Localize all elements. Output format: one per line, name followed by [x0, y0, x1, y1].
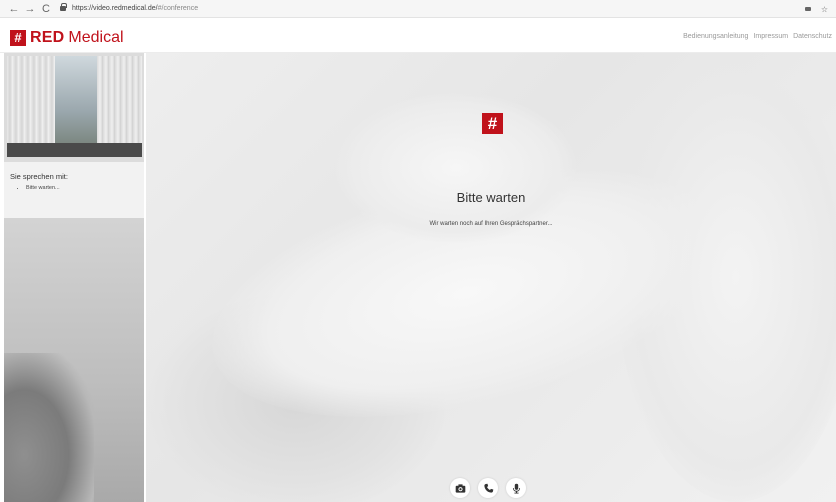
lock-icon	[60, 2, 67, 12]
video-curtain-right	[97, 56, 142, 157]
camera-icon	[455, 483, 465, 493]
camera-button[interactable]	[450, 478, 470, 498]
hangup-button[interactable]	[478, 478, 498, 498]
url-host: https://video.redmedical.de/	[72, 5, 158, 12]
conference-stage: # Bitte warten Wir warten noch auf Ihren…	[146, 53, 836, 502]
wait-message: Wir warten noch auf Ihren Gesprächspartn…	[429, 221, 553, 227]
call-controls	[450, 478, 526, 498]
link-impressum[interactable]: Impressum	[753, 33, 788, 40]
address-bar[interactable]: https://video.redmedical.de/#/conference	[60, 2, 199, 12]
camera-indicator-icon[interactable]	[804, 7, 811, 11]
back-arrow-icon[interactable]: ←	[6, 0, 22, 18]
forward-arrow-icon[interactable]: →	[22, 0, 38, 18]
participants-list: Bitte warten...	[26, 185, 138, 191]
participants-panel: Sie sprechen mit: Bitte warten...	[4, 162, 144, 218]
link-bedienungsanleitung[interactable]: Bedienungsanleitung	[683, 33, 748, 40]
wait-title: Bitte warten	[456, 190, 526, 205]
app-header: # RED Medical Bedienungsanleitung Impres…	[0, 19, 836, 53]
logo-text-red: RED	[30, 29, 65, 46]
phone-icon	[483, 483, 493, 493]
url-path: #/conference	[157, 5, 199, 12]
star-icon[interactable]: ☆	[821, 5, 828, 14]
participants-title: Sie sprechen mit:	[10, 172, 68, 181]
sidebar: Sie sprechen mit: Bitte warten...	[4, 53, 144, 502]
microphone-button[interactable]	[506, 478, 526, 498]
logo-symbol: #	[10, 30, 26, 46]
video-curtain-left	[7, 56, 55, 157]
background-arm-shape	[4, 353, 94, 502]
center-logo-symbol: #	[482, 113, 503, 134]
red-medical-logo[interactable]: # RED Medical	[10, 29, 124, 47]
reload-icon[interactable]: C	[38, 0, 54, 18]
self-video-preview	[7, 56, 142, 157]
logo-text-medical: Medical	[68, 29, 124, 46]
video-sill	[7, 143, 142, 157]
participant-item: Bitte warten...	[26, 185, 138, 191]
link-datenschutz[interactable]: Datenschutz	[793, 33, 832, 40]
browser-toolbar: ← → C https://video.redmedical.de/#/conf…	[0, 0, 836, 18]
header-links: Bedienungsanleitung Impressum Datenschut…	[683, 33, 832, 40]
microphone-icon	[512, 483, 520, 494]
